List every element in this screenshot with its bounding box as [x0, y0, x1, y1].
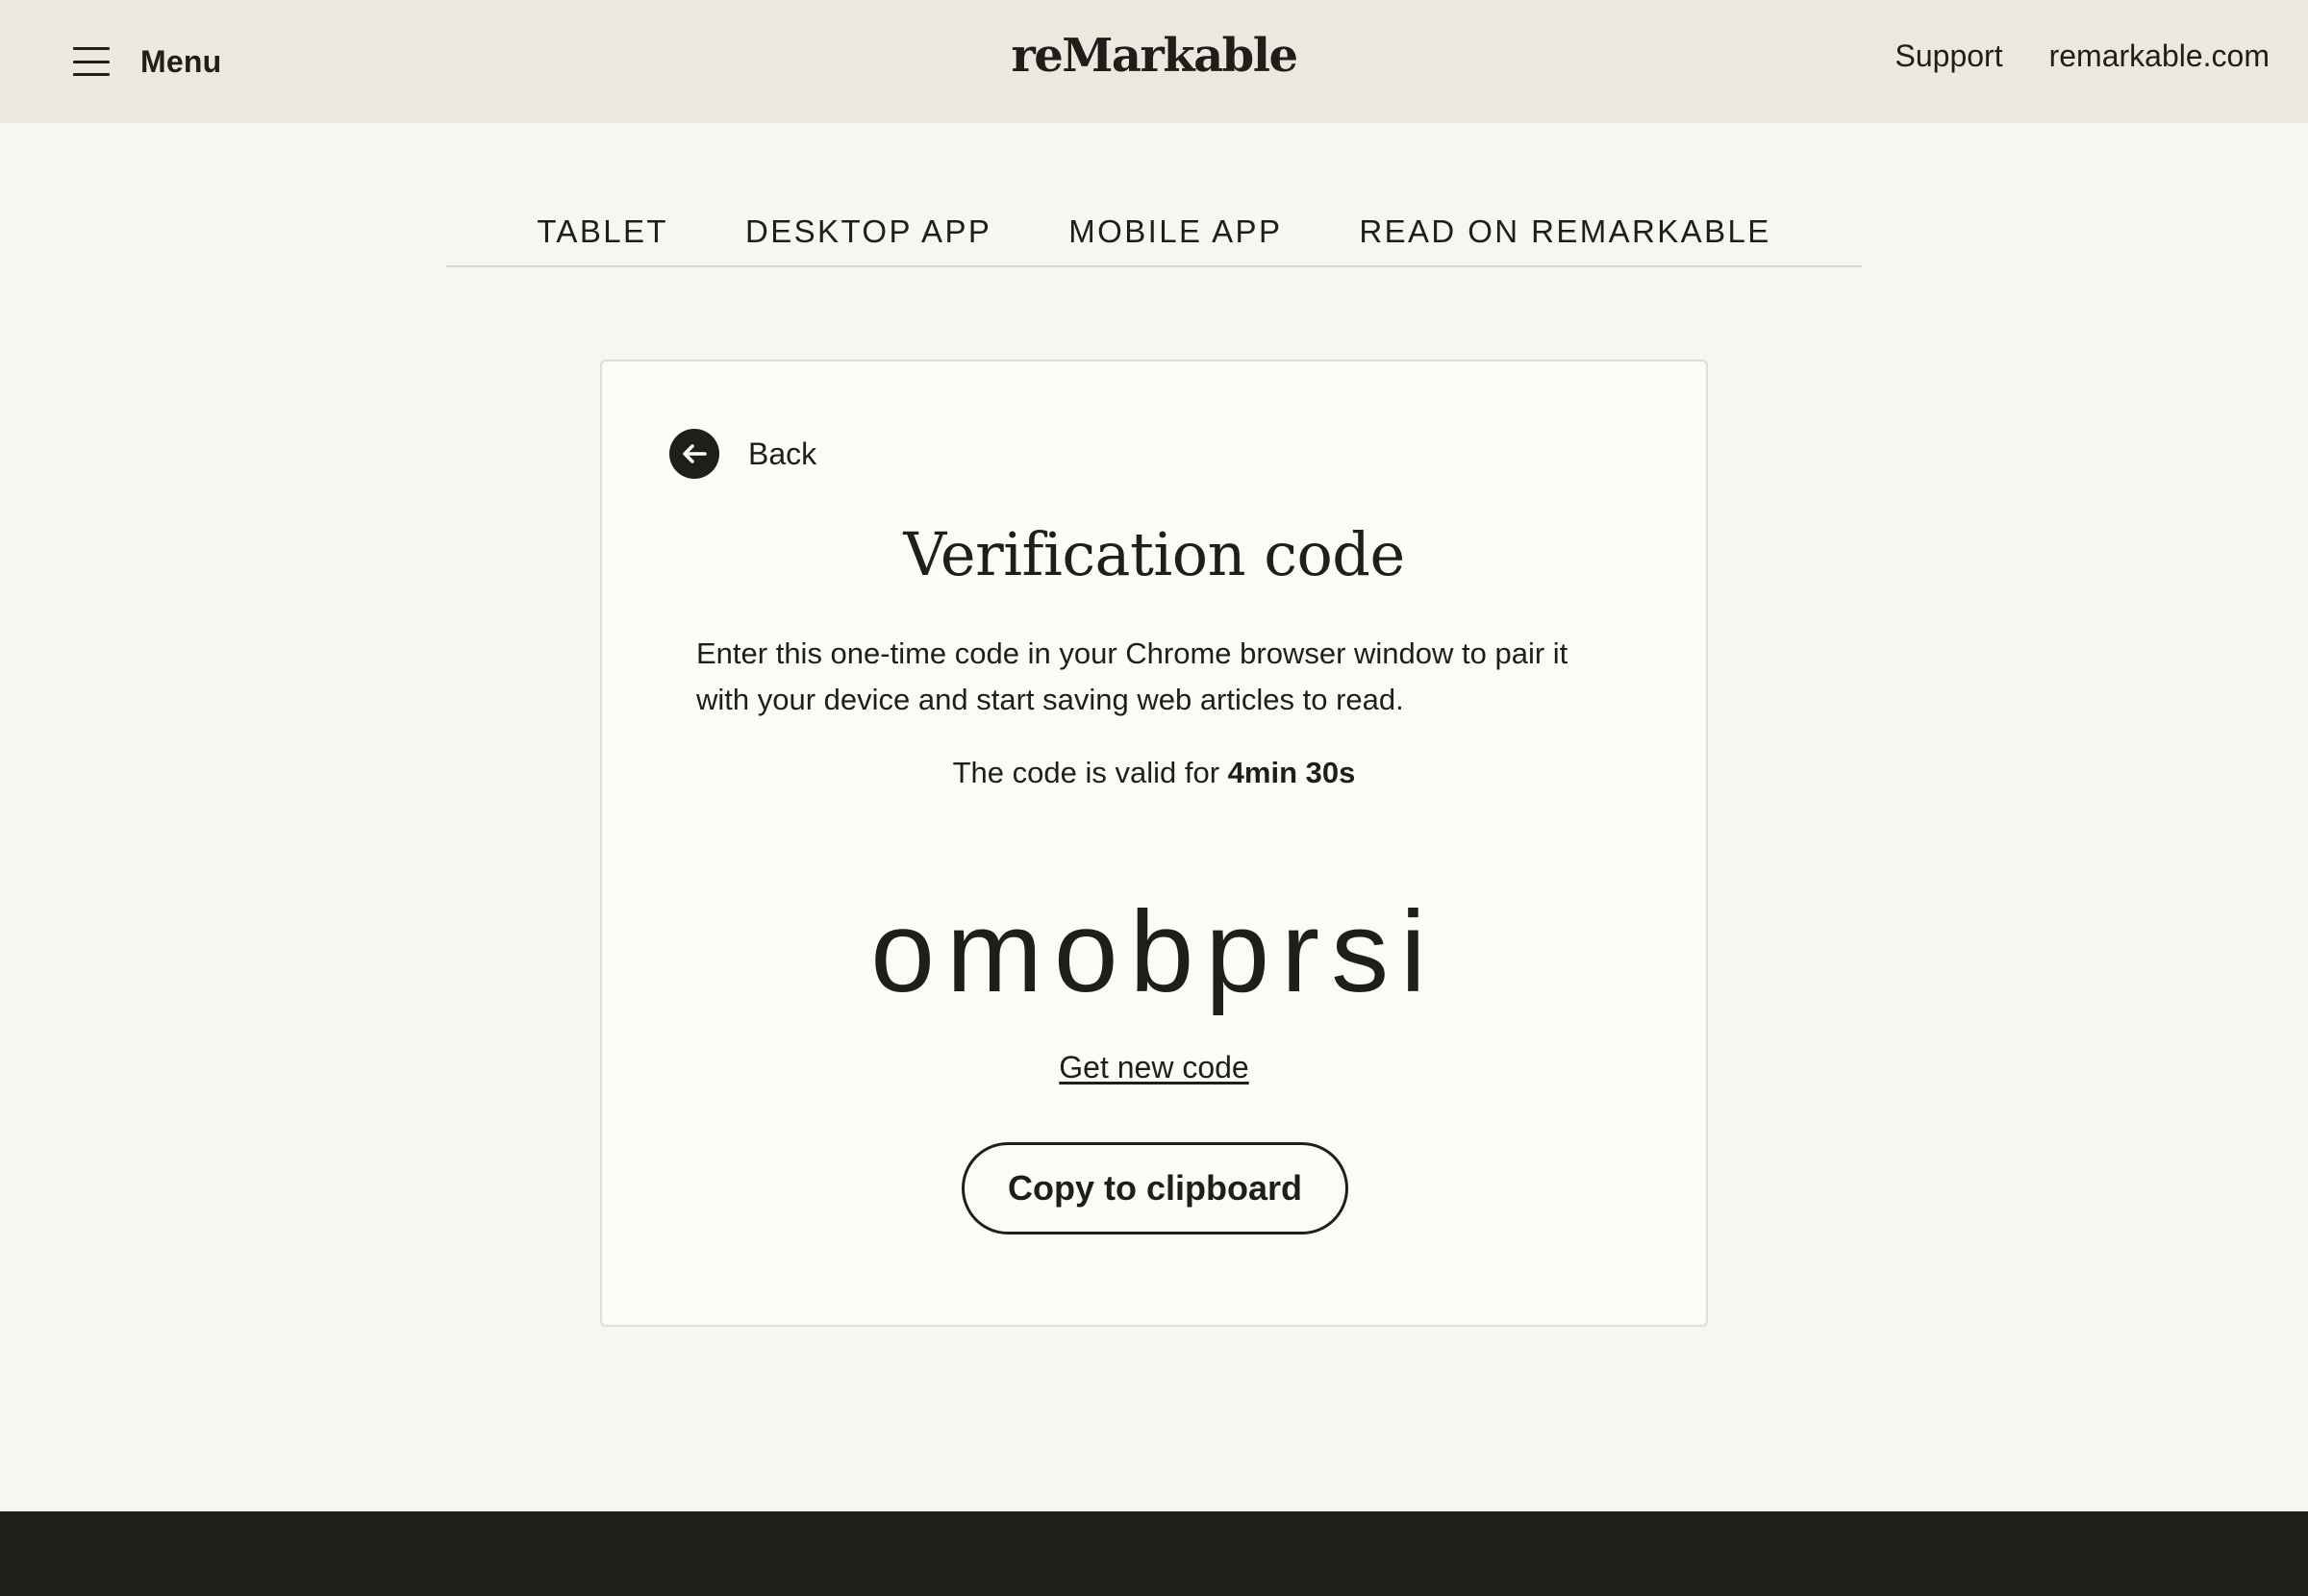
- remarkable-com-link[interactable]: remarkable.com: [2049, 38, 2270, 74]
- get-new-code-link[interactable]: Get new code: [1059, 1050, 1248, 1085]
- validity-text: The code is valid for 4min 30s: [602, 756, 1706, 790]
- page-title: Verification code: [903, 519, 1405, 589]
- tab-read-on-remarkable[interactable]: READ ON REMARKABLE: [1359, 213, 1770, 250]
- footer: [0, 1511, 2308, 1596]
- top-bar: Menu reMarkable Support remarkable.com: [0, 0, 2308, 123]
- back-label: Back: [748, 436, 817, 471]
- arrow-left-circle-icon: [669, 429, 719, 479]
- instructions-text: Enter this one-time code in your Chrome …: [696, 636, 1568, 716]
- tab-mobile-app[interactable]: MOBILE APP: [1068, 213, 1282, 250]
- top-links: Support remarkable.com: [1849, 38, 2270, 74]
- back-button[interactable]: Back: [669, 429, 816, 479]
- copy-to-clipboard-button[interactable]: Copy to clipboard: [962, 1142, 1348, 1234]
- product-tabs: TABLET DESKTOP APP MOBILE APP READ ON RE…: [446, 213, 1862, 267]
- tab-desktop-app[interactable]: DESKTOP APP: [745, 213, 991, 250]
- logo-text: reMarkable: [1011, 29, 1298, 83]
- tab-tablet[interactable]: TABLET: [537, 213, 668, 250]
- verification-card: Back Verification code Enter this one-ti…: [600, 360, 1708, 1327]
- support-link[interactable]: Support: [1895, 38, 2003, 74]
- validity-timer: 4min 30s: [1227, 756, 1356, 789]
- new-code-row: Get new code: [602, 1050, 1706, 1085]
- verification-code: omobprsi: [870, 887, 1438, 1016]
- validity-prefix: The code is valid for: [952, 756, 1220, 789]
